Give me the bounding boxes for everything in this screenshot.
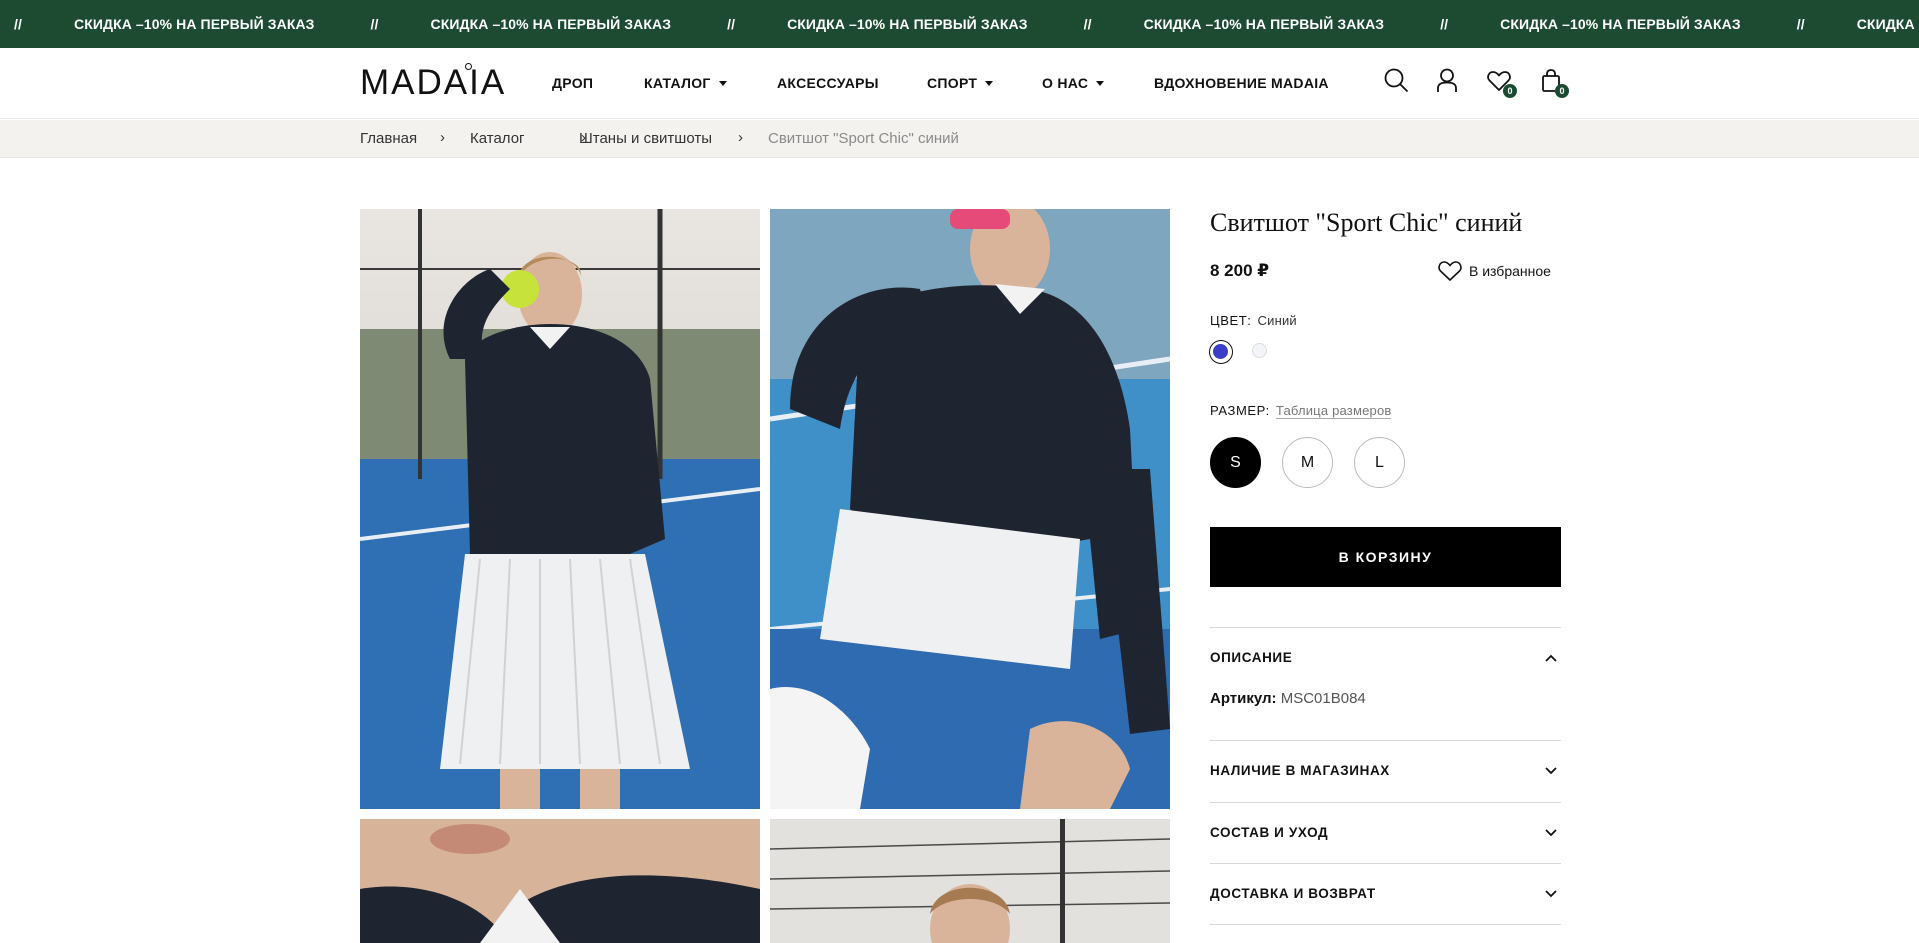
cart-bag-icon[interactable]: 0 — [1536, 66, 1569, 98]
color-value: Синий — [1257, 313, 1297, 328]
size-option-m[interactable]: M — [1282, 437, 1333, 488]
swatch-fill — [1252, 343, 1267, 358]
nav-label[interactable]: ДРОП — [552, 75, 593, 91]
favorites-label[interactable]: В избранное — [1469, 263, 1551, 279]
nav-label[interactable]: КАТАЛОГ — [644, 75, 711, 91]
nav-label[interactable]: ВДОХНОВЕНИЕ MADAIA — [1154, 75, 1329, 91]
favorites-count-badge: 0 — [1503, 84, 1517, 98]
caret-down-icon — [985, 80, 994, 86]
promo-text: СКИДКА –10% НА ПЕРВЫЙ ЗАКАЗ — [1143, 16, 1385, 32]
site-header: MADAIA ДРОП КАТАЛОГ АКСЕССУАРЫ СПОРТ О Н… — [0, 48, 1919, 119]
breadcrumb-separator: › — [738, 129, 743, 146]
chevron-down-icon[interactable] — [1544, 828, 1558, 838]
promo-text: СКИДКА –10% НА ПЕРВЫЙ ЗАКАЗ — [1856, 16, 1919, 32]
promo-separator: // — [370, 16, 379, 32]
breadcrumb-catalog[interactable]: Каталог — [470, 130, 525, 147]
product-photo-1[interactable] — [360, 209, 760, 809]
heart-icon — [1438, 261, 1462, 281]
sku-label: Артикул: — [1210, 690, 1277, 707]
promo-text: СКИДКА –10% НА ПЕРВЫЙ ЗАКАЗ — [73, 16, 315, 32]
caret-down-icon — [718, 80, 727, 86]
promo-item: // СКИДКА –10% НА ПЕРВЫЙ ЗАКАЗ — [14, 16, 371, 32]
promo-text: СКИДКА –10% НА ПЕРВЫЙ ЗАКАЗ — [787, 16, 1028, 32]
cart-count-badge: 0 — [1555, 84, 1569, 98]
sku-info: Артикул: MSC01B084 — [1210, 690, 1366, 707]
accordion-delivery-header[interactable]: ДОСТАВКА И ВОЗВРАТ — [1210, 886, 1376, 901]
divider — [1210, 802, 1561, 803]
swatch-fill — [1213, 344, 1228, 359]
nav-item-sport[interactable]: СПОРТ — [927, 75, 994, 91]
promo-separator: // — [1440, 16, 1449, 32]
promo-item: // СКИДКА –10% НА ПЕРВЫЙ ЗАКАЗ — [727, 16, 1084, 32]
promo-item: // СКИДКА –10% НА ПЕРВЫЙ ЗАКАЗ — [1440, 16, 1797, 32]
add-to-favorites-button[interactable]: В избранное — [1437, 260, 1551, 282]
product-title: Свитшот "Sport Chic" синий — [1210, 208, 1523, 237]
nav-item-about[interactable]: О НАС — [1042, 75, 1105, 91]
nav-item-accessories[interactable]: АКСЕССУАРЫ — [777, 75, 879, 91]
promo-item: // СКИДКА –10% НА ПЕРВЫЙ ЗАКАЗ — [1797, 16, 1919, 32]
logo[interactable]: MADAIA — [360, 63, 506, 103]
promo-text: СКИДКА –10% НА ПЕРВЫЙ ЗАКАЗ — [430, 16, 672, 32]
nav-label[interactable]: О НАС — [1042, 75, 1088, 91]
promo-separator: // — [1796, 16, 1805, 32]
breadcrumb-home[interactable]: Главная — [360, 130, 417, 147]
breadcrumb: Главная › Каталог › Штаны и свитшоты › С… — [0, 120, 1919, 158]
size-label: РАЗМЕР: — [1210, 403, 1270, 418]
size-chart-link[interactable]: Таблица размеров — [1275, 403, 1392, 419]
divider — [1210, 740, 1561, 741]
chevron-up-icon[interactable] — [1544, 653, 1558, 663]
promo-item: // СКИДКА –10% НА ПЕРВЫЙ ЗАКАЗ — [371, 16, 728, 32]
promo-separator: // — [14, 16, 22, 32]
accordion-composition-header[interactable]: СОСТАВ И УХОД — [1210, 825, 1328, 840]
promo-text: СКИДКА –10% НА ПЕРВЫЙ ЗАКАЗ — [1500, 16, 1741, 32]
nav-label[interactable]: АКСЕССУАРЫ — [777, 75, 879, 91]
breadcrumb-separator: › — [440, 129, 445, 146]
nav-item-catalog[interactable]: КАТАЛОГ — [644, 75, 727, 91]
product-price: 8 200 ₽ — [1210, 261, 1270, 280]
sku-value: MSC01B084 — [1280, 690, 1366, 707]
accordion-availability-header[interactable]: НАЛИЧИЕ В МАГАЗИНАХ — [1210, 763, 1390, 778]
logo-mark — [465, 63, 472, 70]
divider — [1210, 863, 1561, 864]
logo-text[interactable]: MADAIA — [360, 63, 506, 102]
color-row: ЦВЕТ: Синий — [1210, 313, 1297, 328]
nav-item-inspiration[interactable]: ВДОХНОВЕНИЕ MADAIA — [1154, 75, 1329, 91]
user-icon[interactable] — [1432, 66, 1462, 96]
chevron-down-icon[interactable] — [1544, 889, 1558, 899]
promo-separator: // — [1083, 16, 1092, 32]
divider — [1210, 627, 1561, 628]
breadcrumb-category[interactable]: Штаны и свитшоты — [579, 130, 712, 147]
search-icon[interactable] — [1381, 66, 1411, 96]
product-photo-2[interactable] — [770, 209, 1170, 809]
accordion-description-header[interactable]: ОПИСАНИЕ — [1210, 650, 1292, 665]
divider — [1210, 924, 1561, 925]
chevron-down-icon[interactable] — [1544, 766, 1558, 776]
size-option-s[interactable]: S — [1210, 437, 1261, 488]
promo-track: // СКИДКА –10% НА ПЕРВЫЙ ЗАКАЗ // СКИДКА –1… — [14, 0, 1919, 48]
add-to-cart-button[interactable]: В КОРЗИНУ — [1210, 527, 1561, 587]
promo-item: // СКИДКА –10% НА ПЕРВЫЙ ЗАКАЗ — [1084, 16, 1441, 32]
breadcrumb-current: Свитшот "Sport Chic" синий — [768, 130, 959, 147]
nav-item-drop[interactable]: ДРОП — [552, 75, 593, 91]
size-row: РАЗМЕР: Таблица размеров — [1210, 403, 1392, 419]
size-option-l[interactable]: L — [1354, 437, 1405, 488]
promo-banner: // СКИДКА –10% НА ПЕРВЫЙ ЗАКАЗ // СКИДКА –1… — [0, 0, 1919, 48]
color-swatch-white[interactable] — [1249, 340, 1273, 364]
caret-down-icon — [1096, 80, 1105, 86]
product-photo-3[interactable] — [360, 819, 760, 943]
color-swatch-blue[interactable] — [1209, 340, 1233, 364]
favorites-icon[interactable]: 0 — [1484, 66, 1517, 98]
color-label: ЦВЕТ: — [1210, 313, 1252, 328]
nav-label[interactable]: СПОРТ — [927, 75, 977, 91]
promo-separator: // — [727, 16, 736, 32]
product-photo-4[interactable] — [770, 819, 1170, 943]
